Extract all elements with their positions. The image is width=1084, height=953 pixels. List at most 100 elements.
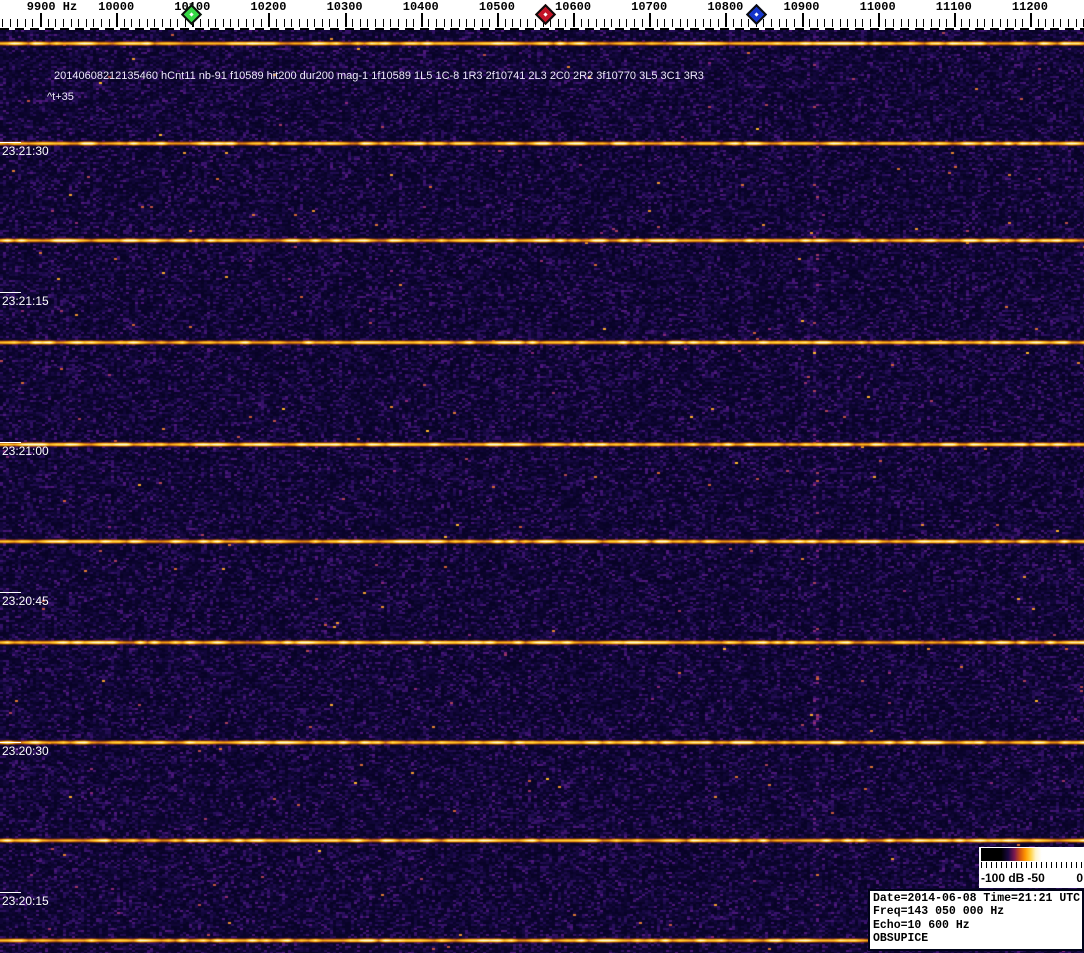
info-box-line: Date=2014-06-08 Time=21:21 UTC	[873, 892, 1081, 905]
time-tick	[0, 892, 21, 893]
ruler-minor-tick	[565, 19, 567, 27]
ruler-minor-tick	[32, 19, 34, 27]
ruler-major-tick	[344, 13, 347, 27]
ruler-minor-tick	[733, 19, 734, 27]
ruler-minor-tick	[367, 19, 369, 27]
color-scale-tick	[1006, 862, 1007, 868]
color-scale-tick	[1051, 862, 1052, 868]
ruler-minor-tick	[123, 19, 125, 27]
ruler-minor-tick	[108, 19, 110, 27]
ruler-minor-tick	[1045, 19, 1047, 27]
ruler-minor-tick	[892, 19, 894, 27]
ruler-minor-tick	[397, 19, 399, 27]
ruler-minor-tick	[687, 19, 689, 27]
time-label: 23:20:45	[2, 594, 49, 608]
color-scale-label-max: 0	[1076, 871, 1083, 885]
ruler-minor-tick	[862, 19, 864, 27]
ruler-frequency-label: 10700	[631, 0, 668, 14]
ruler-minor-tick	[938, 19, 940, 27]
ruler-minor-tick	[618, 19, 620, 27]
ruler-minor-tick	[961, 19, 963, 27]
ruler-minor-tick	[839, 19, 841, 27]
ruler-minor-tick	[207, 19, 209, 27]
ruler-minor-tick	[900, 19, 902, 27]
color-scale-ticks	[981, 862, 1082, 869]
ruler-minor-tick	[847, 19, 849, 27]
ruler-minor-tick	[915, 19, 917, 27]
ruler-minor-tick	[100, 19, 102, 27]
ruler-frequency-label: 9900 Hz	[26, 0, 78, 14]
spectrogram-waterfall[interactable]	[0, 30, 1084, 953]
color-scale-tick	[1081, 862, 1082, 868]
ruler-minor-tick	[1, 19, 3, 27]
ruler-minor-tick	[17, 19, 19, 27]
color-scale-tick	[1021, 862, 1022, 868]
red-frequency-marker-icon[interactable]	[535, 3, 557, 26]
ruler-minor-tick	[1022, 19, 1024, 27]
ruler-minor-tick	[375, 19, 377, 27]
ruler-minor-tick	[329, 19, 331, 27]
color-scale-tick	[1041, 862, 1042, 868]
ruler-minor-tick	[809, 19, 811, 27]
ruler-major-tick	[420, 13, 423, 27]
ruler-minor-tick	[824, 19, 826, 27]
color-scale-tick	[1016, 862, 1017, 868]
ruler-minor-tick	[969, 19, 970, 27]
ruler-minor-tick	[78, 19, 80, 27]
ruler-minor-tick	[908, 19, 910, 27]
color-scale-tick	[986, 862, 987, 868]
info-box-line: Echo=10 600 Hz	[873, 918, 970, 932]
ruler-minor-tick	[1014, 19, 1016, 27]
ruler-minor-tick	[991, 19, 993, 27]
ruler-minor-tick	[436, 19, 437, 27]
ruler-major-tick	[496, 13, 499, 27]
ruler-minor-tick	[580, 19, 582, 27]
ruler-minor-tick	[664, 19, 666, 27]
ruler-minor-tick	[413, 19, 415, 27]
ruler-minor-tick	[702, 19, 704, 27]
ruler-minor-tick	[489, 19, 491, 27]
ruler-minor-tick	[1060, 19, 1062, 27]
ruler-minor-tick	[291, 19, 293, 27]
ruler-minor-tick	[238, 19, 239, 27]
color-scale-tick	[1066, 862, 1067, 868]
ruler-major-tick	[953, 13, 956, 27]
ruler-minor-tick	[694, 19, 696, 27]
ruler-minor-tick	[931, 19, 932, 27]
ruler-minor-tick	[253, 19, 255, 27]
ruler-minor-tick	[131, 19, 133, 27]
ruler-minor-tick	[85, 19, 87, 27]
ruler-minor-tick	[306, 19, 308, 27]
ruler-major-tick	[725, 13, 728, 27]
color-scale-tick	[996, 862, 997, 868]
time-label: 23:20:30	[2, 744, 49, 758]
ruler-minor-tick	[55, 19, 57, 27]
ruler-frequency-label: 10400	[402, 0, 439, 14]
ruler-minor-tick	[9, 19, 11, 27]
ruler-minor-tick	[443, 19, 445, 27]
ruler-minor-tick	[641, 19, 643, 27]
time-tick	[0, 292, 21, 293]
marker-center-dot	[189, 12, 194, 17]
ruler-minor-tick	[527, 19, 529, 27]
ruler-minor-tick	[276, 19, 278, 27]
ruler-frequency-label: 11100	[935, 0, 972, 14]
ruler-minor-tick	[93, 19, 95, 27]
ruler-minor-tick	[740, 19, 742, 27]
ruler-minor-tick	[611, 19, 613, 27]
ruler-minor-tick	[70, 19, 72, 27]
ruler-minor-tick	[1075, 19, 1077, 27]
ruler-minor-tick	[976, 19, 978, 27]
color-scale-tick	[1011, 862, 1012, 868]
color-scale-gradient	[981, 848, 1082, 861]
station-info-box: Date=2014-06-08 Time=21:21 UTC Freq=143 0…	[868, 889, 1084, 951]
ruler-minor-tick	[816, 19, 818, 27]
ruler-major-tick	[268, 13, 271, 27]
ruler-minor-tick	[870, 19, 871, 27]
color-scale-label-min: -100 dB	[981, 871, 1025, 885]
ruler-minor-tick	[458, 19, 460, 27]
color-scale-tick	[1076, 862, 1077, 868]
ruler-frequency-label: 10300	[326, 0, 363, 14]
ruler-minor-tick	[786, 19, 788, 27]
ruler-major-tick	[573, 13, 575, 27]
